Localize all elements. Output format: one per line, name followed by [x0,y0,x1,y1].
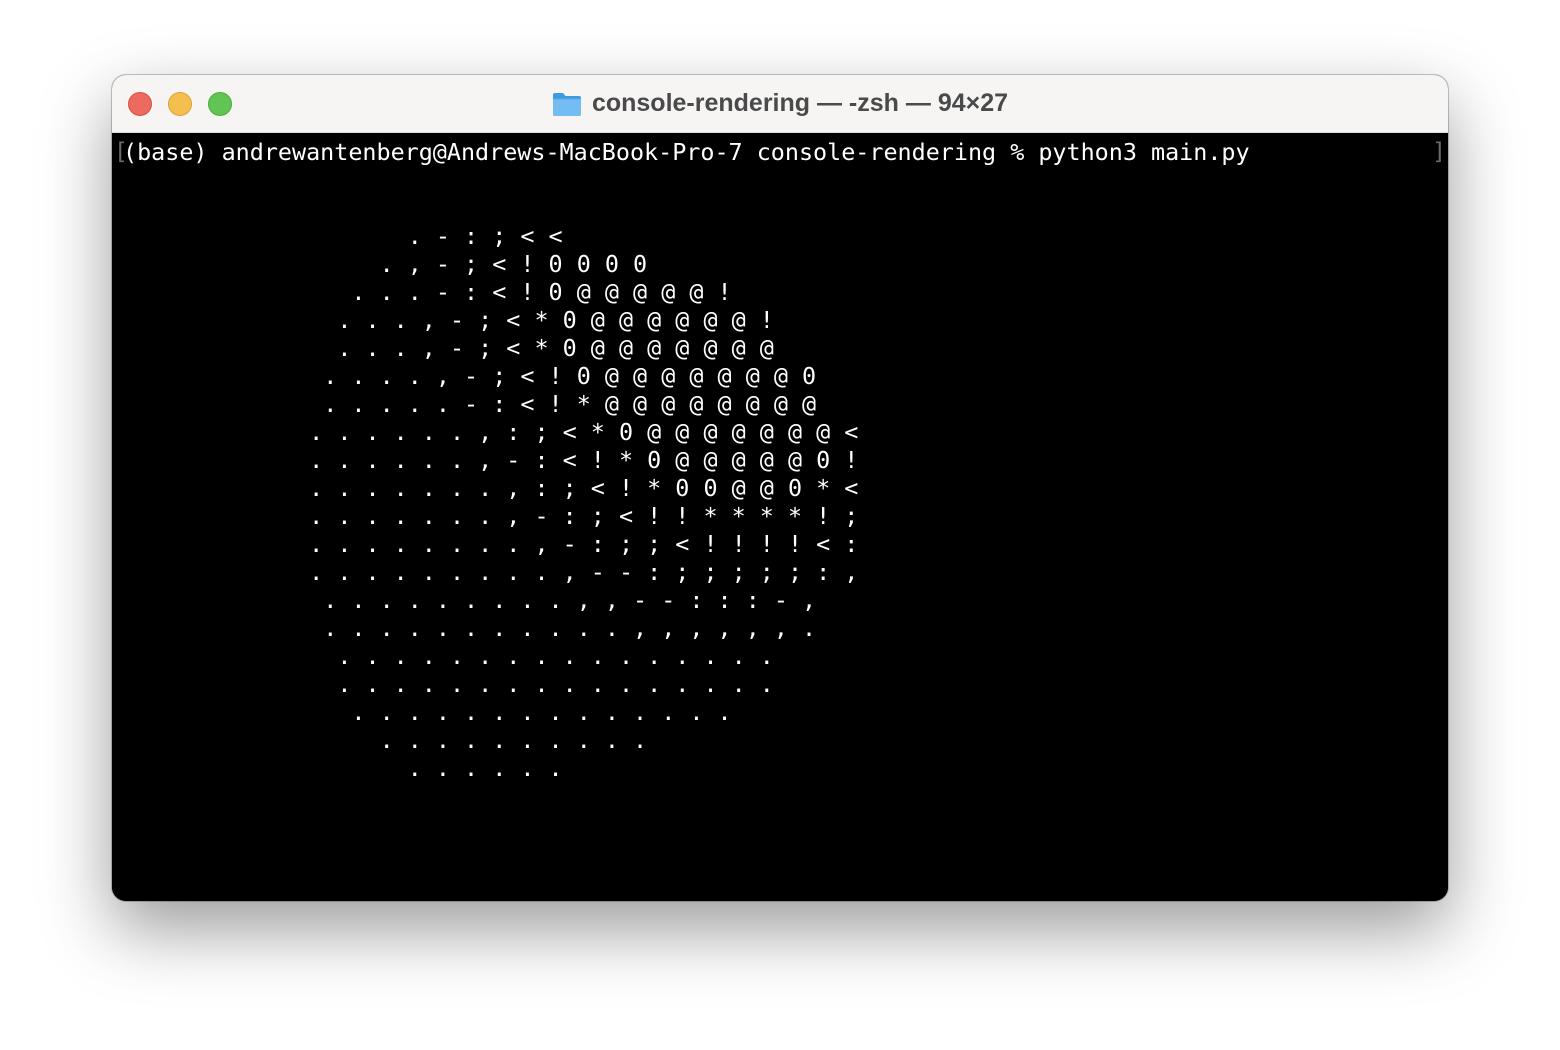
ascii-line: . . . . , - ; < ! 0 @ @ @ @ @ @ @ 0 [112,362,817,390]
ascii-line: . . . . . . . . . . [112,726,648,754]
ascii-line: . . . - : < ! 0 @ @ @ @ @ ! [112,278,732,306]
ascii-line: . . . . . . . . , - : ; ; < ! ! ! ! < : [112,530,859,558]
ascii-line: . . . . . . , : ; < * 0 @ @ @ @ @ @ @ < [112,418,859,446]
ascii-line: . . . , - ; < * 0 @ @ @ @ @ @ @ [112,334,774,362]
ascii-line: . . . . . . . , - : ; < ! ! * * * * ! ; [112,502,859,530]
ascii-line: . . . . . - : < ! * @ @ @ @ @ @ @ @ [112,390,817,418]
ascii-line: . . . . . . . . . , - - : ; ; ; ; ; : , [112,558,859,586]
folder-icon [552,91,582,117]
ascii-line: . . . . . . . . . . . . . . . . [112,670,774,698]
line-mark-right: ] [1432,139,1446,165]
ascii-line: . . . . . . . . . . . , , , , , , . [112,614,817,642]
ascii-line: . , - ; < ! 0 0 0 0 [112,250,648,278]
ascii-sphere-output: . - : ; < < . , - ; < ! 0 0 0 0 . . . - … [112,222,858,782]
window-title-group: console-rendering — -zsh — 94×27 [112,75,1448,132]
ascii-line: . . . . . . . . . . . . . . . . [112,642,774,670]
command-prompt-line: (base) andrewantenberg@Andrews-MacBook-P… [123,138,1250,166]
ascii-line: . . . . . . , - : < ! * 0 @ @ @ @ @ 0 ! [112,446,859,474]
window-title: console-rendering — -zsh — 94×27 [591,89,1009,117]
ascii-line: . . . . . . . . . . . . . . [112,698,732,726]
ascii-line: . - : ; < < [112,222,563,250]
ascii-line: . . . . . . . . . , , - - : : : - , [112,586,817,614]
terminal-window: console-rendering — -zsh — 94×27 [ (base… [112,75,1448,901]
ascii-line: . . . . . . . , : ; < ! * 0 0 @ @ 0 * < [112,474,859,502]
title-bar[interactable]: console-rendering — -zsh — 94×27 [112,75,1448,133]
terminal-content[interactable]: [ (base) andrewantenberg@Andrews-MacBook… [112,133,1448,901]
ascii-line: . . . , - ; < * 0 @ @ @ @ @ @ ! [112,306,774,334]
ascii-line: . . . . . . [112,754,563,782]
